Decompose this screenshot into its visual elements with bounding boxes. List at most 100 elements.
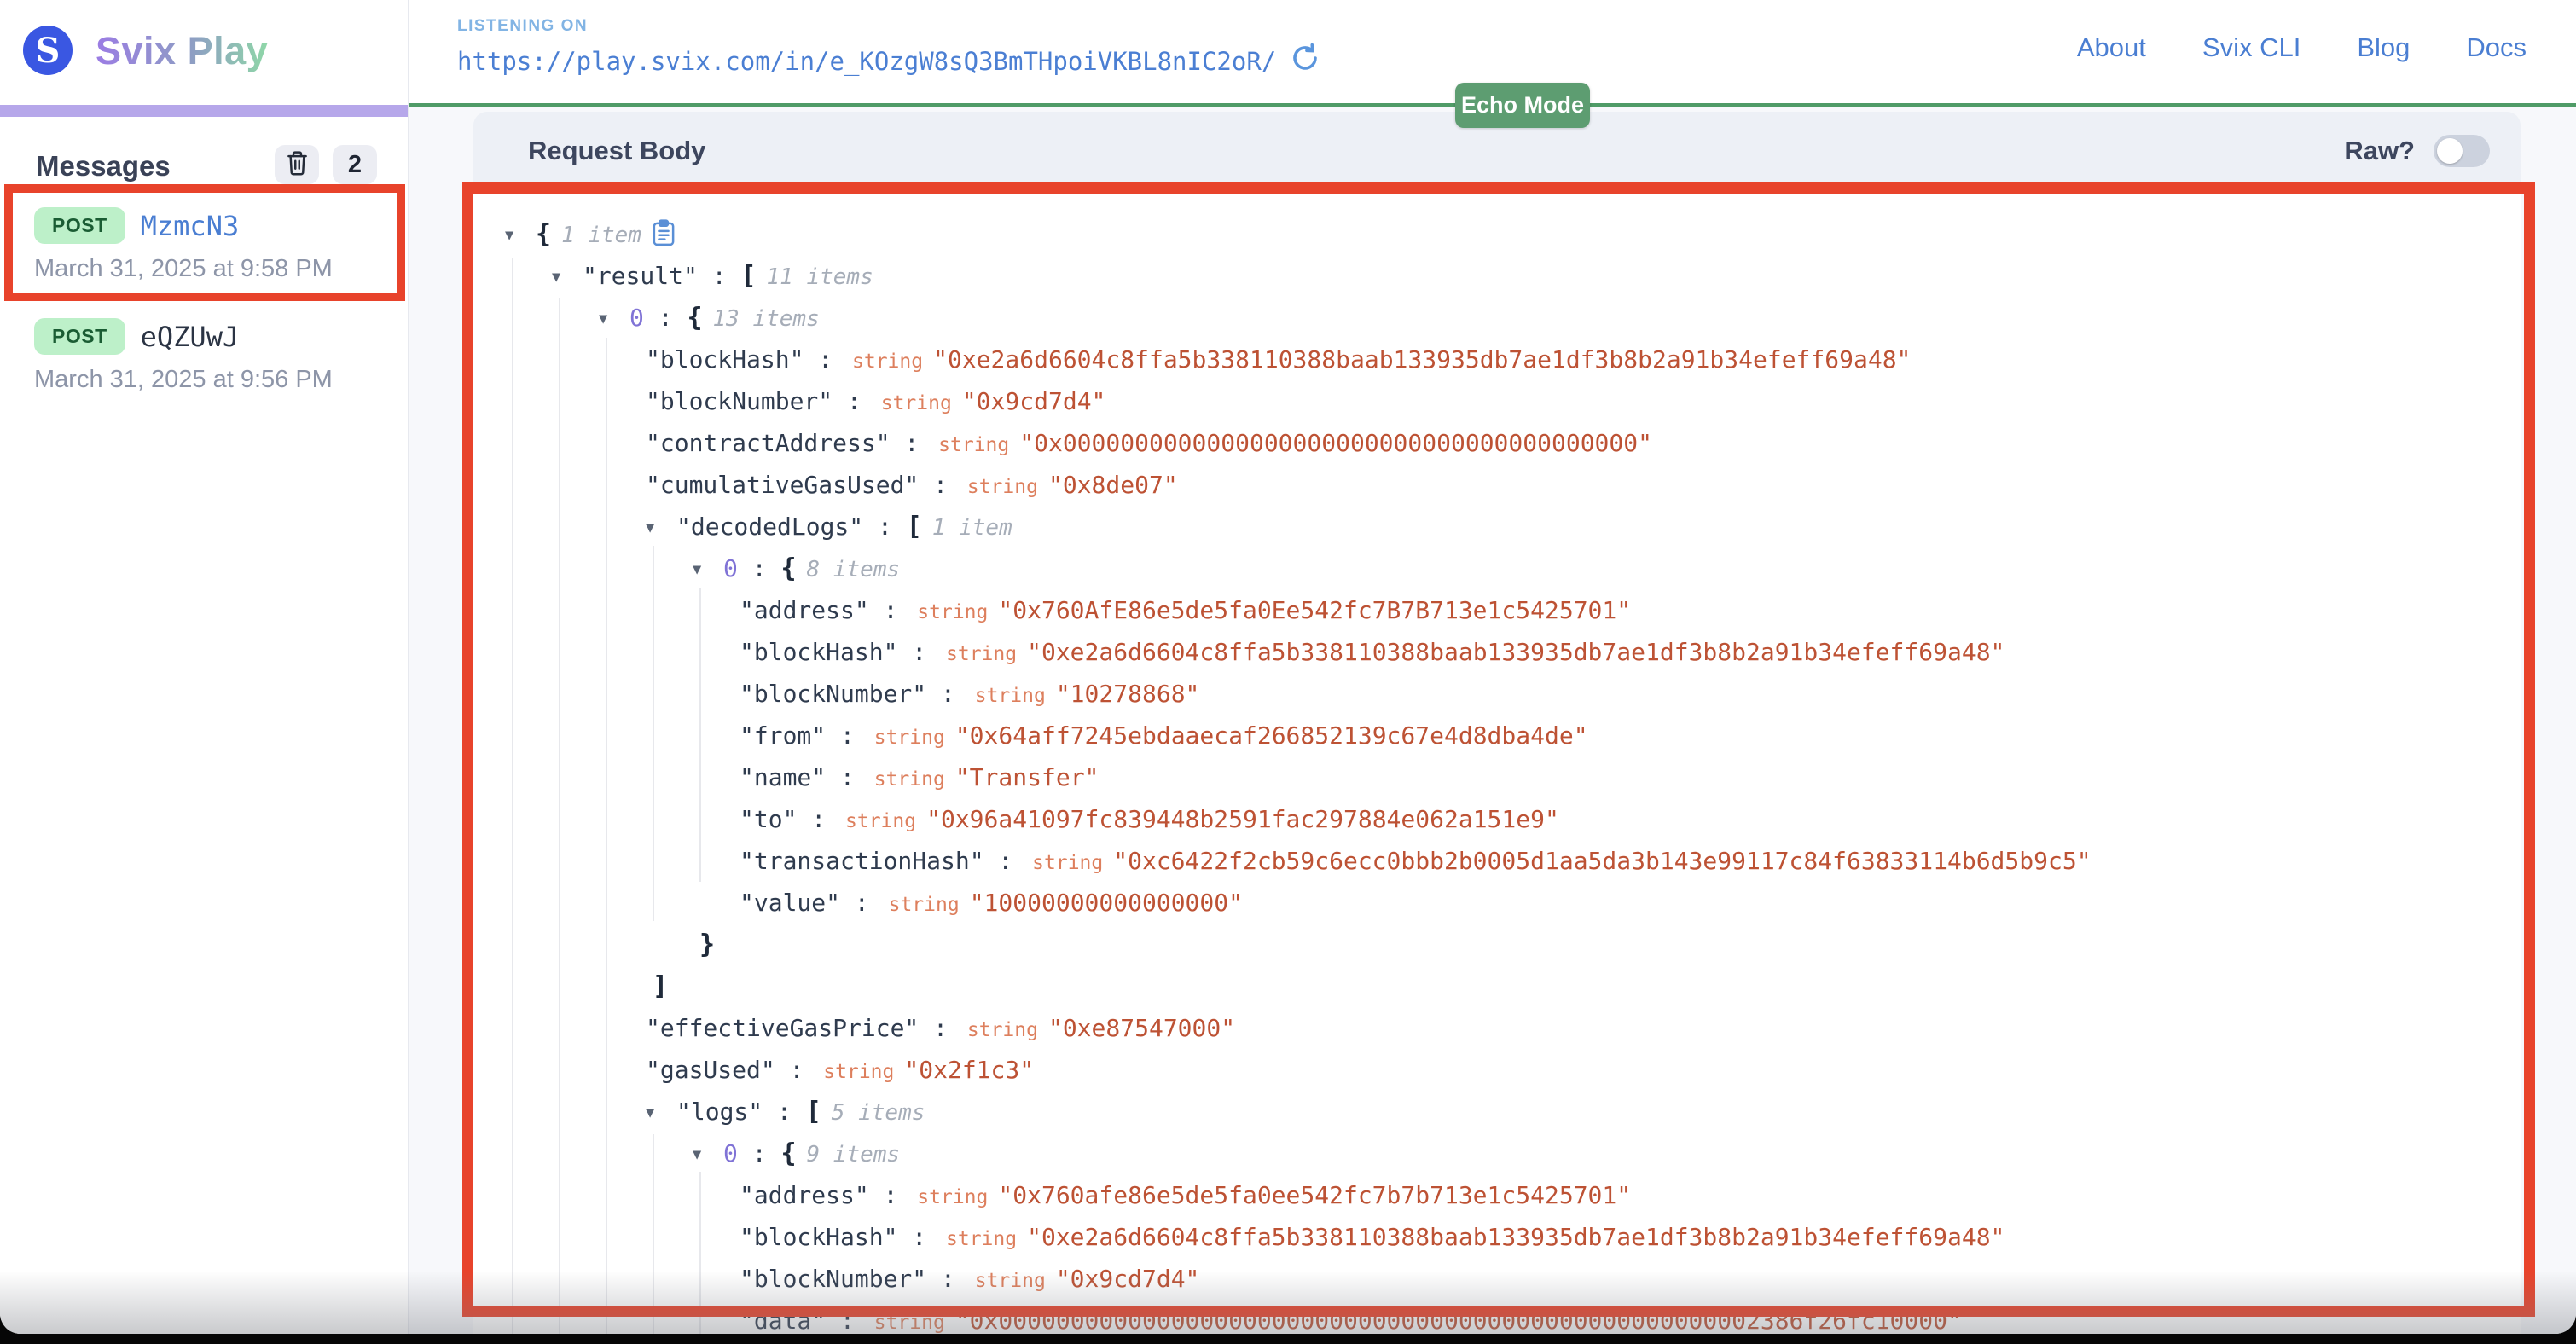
json-colon: : xyxy=(804,345,847,374)
copy-json-icon[interactable] xyxy=(652,217,676,259)
app-window: LISTENING ON https://play.svix.com/in/e_… xyxy=(0,0,2576,1334)
json-colon: : xyxy=(926,1265,970,1293)
json-line: "value" : string"10000000000000000" xyxy=(505,882,2092,924)
collapse-toggle-icon[interactable]: ▼ xyxy=(646,507,676,549)
message-list-item[interactable]: POSTeQZUwJMarch 31, 2025 at 9:56 PM xyxy=(34,318,333,394)
trash-icon xyxy=(286,150,309,180)
json-key: "to" xyxy=(740,805,797,833)
json-close-bracket: ] xyxy=(653,971,668,1001)
json-colon: : xyxy=(869,596,913,624)
json-line: "blockNumber" : string"0x9cd7d4" xyxy=(505,1258,2092,1300)
svix-logo-icon[interactable]: S xyxy=(23,26,73,75)
json-line: "blockNumber" : string"0x9cd7d4" xyxy=(505,380,2092,422)
json-bracket: { xyxy=(687,303,702,333)
json-key: "cumulativeGasUsed" xyxy=(646,471,919,499)
json-type-label: string xyxy=(975,1270,1046,1292)
json-bracket: { xyxy=(780,553,796,583)
json-item-count: 9 items xyxy=(807,1142,901,1167)
nav-link-svix-cli[interactable]: Svix CLI xyxy=(2202,32,2300,63)
refresh-icon[interactable] xyxy=(1290,43,1320,79)
json-line: "gasUsed" : string"0x2f1c3" xyxy=(505,1049,2092,1091)
json-line: "name" : string"Transfer" xyxy=(505,756,2092,798)
json-value: "0x0000000000000000000000000000000000000… xyxy=(955,1306,1962,1334)
app-title: Svix Play xyxy=(96,29,268,73)
collapse-toggle-icon[interactable]: ▼ xyxy=(693,1134,723,1176)
json-colon: : xyxy=(698,262,741,290)
json-colon: : xyxy=(984,847,1028,875)
json-colon: : xyxy=(919,1014,962,1042)
json-bracket: [ xyxy=(907,512,922,542)
message-timestamp: March 31, 2025 at 9:56 PM xyxy=(34,366,333,394)
json-key: "contractAddress" xyxy=(646,429,891,457)
json-line: "contractAddress" : string"0x00000000000… xyxy=(505,422,2092,464)
json-value: "0xe2a6d6604c8ffa5b338110388baab133935db… xyxy=(1027,638,2005,666)
json-key: "blockHash" xyxy=(740,638,897,666)
json-item-count: 8 items xyxy=(807,557,901,582)
json-key: "effectiveGasPrice" xyxy=(646,1014,919,1042)
sidebar-accent-bar xyxy=(0,105,408,117)
json-key: "blockNumber" xyxy=(646,387,833,415)
nav-link-blog[interactable]: Blog xyxy=(2357,32,2410,63)
json-type-label: string xyxy=(874,1312,945,1334)
clear-messages-button[interactable] xyxy=(275,145,319,184)
json-key: "from" xyxy=(740,721,826,750)
collapse-toggle-icon[interactable]: ▼ xyxy=(552,257,583,298)
json-value: "0x9cd7d4" xyxy=(1056,1265,1200,1293)
raw-toggle-group: Raw? xyxy=(2344,135,2490,167)
json-line: "blockHash" : string"0xe2a6d6604c8ffa5b3… xyxy=(505,339,2092,380)
json-index: 0 xyxy=(723,1139,738,1167)
json-index: 0 xyxy=(723,554,738,582)
json-key: "gasUsed" xyxy=(646,1056,775,1084)
json-colon: : xyxy=(840,889,884,917)
json-line: ▼"result" : [11 items xyxy=(505,255,2092,297)
json-key: "address" xyxy=(740,1181,869,1209)
json-line: "from" : string"0x64aff7245ebdaaecaf2668… xyxy=(505,715,2092,756)
json-colon: : xyxy=(775,1056,819,1084)
json-line: "address" : string"0x760AfE86e5de5fa0Ee5… xyxy=(505,589,2092,631)
json-line: ▼"logs" : [5 items xyxy=(505,1091,2092,1133)
json-type-label: string xyxy=(874,727,945,749)
message-list-item[interactable]: POSTMzmcN3March 31, 2025 at 9:58 PM xyxy=(34,207,333,283)
json-key: "value" xyxy=(740,889,840,917)
message-id: MzmcN3 xyxy=(141,210,240,242)
json-line: "effectiveGasPrice" : string"0xe87547000… xyxy=(505,1007,2092,1049)
message-count-badge: 2 xyxy=(333,145,377,184)
collapse-toggle-icon[interactable]: ▼ xyxy=(599,298,629,340)
messages-heading: Messages xyxy=(36,150,171,182)
json-colon: : xyxy=(826,763,869,791)
logo-letter: S xyxy=(36,31,61,71)
json-type-label: string xyxy=(881,392,952,414)
json-line: "blockHash" : string"0xe2a6d6604c8ffa5b3… xyxy=(505,631,2092,673)
json-value: "0x9cd7d4" xyxy=(962,387,1106,415)
json-type-label: string xyxy=(1032,852,1103,874)
request-body-panel: Request Body Raw? ▼{1 item▼"result" : [1… xyxy=(473,112,2521,1334)
raw-toggle[interactable] xyxy=(2434,135,2490,167)
json-close-bracket: } xyxy=(699,930,715,959)
json-colon: : xyxy=(738,554,781,582)
json-line: } xyxy=(505,924,2092,965)
json-bracket: { xyxy=(780,1138,796,1168)
json-item-count: 13 items xyxy=(713,306,820,332)
json-value: "0xe87547000" xyxy=(1048,1014,1235,1042)
nav-link-docs[interactable]: Docs xyxy=(2466,32,2527,63)
json-item-count: 1 item xyxy=(932,515,1012,541)
json-index: 0 xyxy=(629,304,644,332)
sidebar: S Svix Play Messages 2 POSTMzmcN3March 3… xyxy=(0,0,409,1334)
json-colon: : xyxy=(826,721,869,750)
collapse-toggle-icon[interactable]: ▼ xyxy=(505,215,536,257)
nav-link-about[interactable]: About xyxy=(2077,32,2146,63)
top-nav: About Svix CLI Blog Docs xyxy=(2077,32,2527,63)
json-line: ▼0 : {8 items xyxy=(505,547,2092,589)
json-value: "0xc6422f2cb59c6ecc0bbb2b0005d1aa5da3b14… xyxy=(1113,847,2091,875)
json-bracket: [ xyxy=(806,1097,821,1127)
collapse-toggle-icon[interactable]: ▼ xyxy=(693,549,723,591)
collapse-toggle-icon[interactable]: ▼ xyxy=(646,1092,676,1134)
json-value: "0x760afe86e5de5fa0ee542fc7b7b713e1c5425… xyxy=(998,1181,1631,1209)
json-item-count: 1 item xyxy=(561,223,641,248)
json-key: "data" xyxy=(740,1306,826,1334)
json-key: "decodedLogs" xyxy=(676,513,863,541)
json-key: "blockHash" xyxy=(646,345,804,374)
json-colon: : xyxy=(897,638,941,666)
json-value: "0x96a41097fc839448b2591fac297884e062a15… xyxy=(926,805,1559,833)
message-row: POSTMzmcN3 xyxy=(34,207,333,244)
